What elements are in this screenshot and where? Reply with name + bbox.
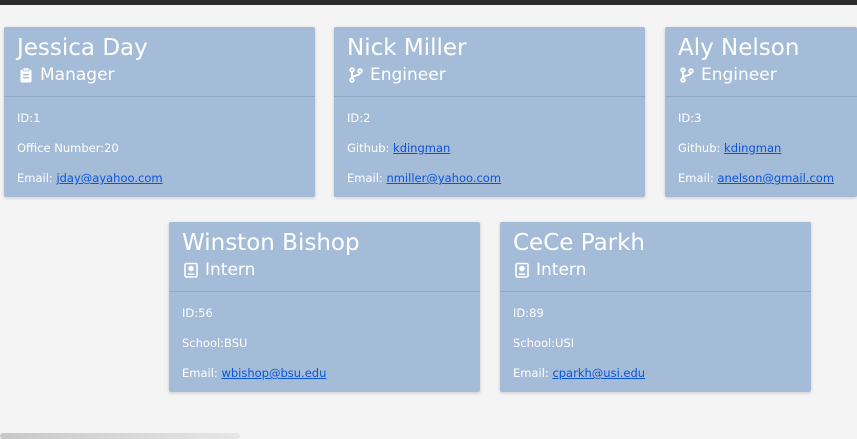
school-row: School:BSU	[182, 336, 248, 350]
clipboard-icon	[17, 66, 35, 84]
office-number: Office Number:20	[17, 141, 119, 155]
employee-name: Nick Miller	[347, 35, 467, 61]
employee-id: ID:56	[182, 306, 213, 320]
card-body: ID:89 School:USI Email: cparkh@usi.edu	[500, 292, 811, 380]
email-label: Email:	[347, 171, 387, 185]
employee-card-manager: Jessica Day Manager ID:1 Office Number:2…	[4, 27, 315, 197]
email-label: Email:	[678, 171, 718, 185]
card-body: ID:2 Github: kdingman Email: nmiller@yah…	[334, 97, 645, 185]
id-badge-icon	[182, 261, 200, 279]
card-body: ID:56 School:BSU Email: wbishop@bsu.edu	[169, 292, 480, 380]
id-badge-icon	[513, 261, 531, 279]
top-bar	[0, 0, 857, 5]
code-branch-icon	[678, 66, 696, 84]
github-row: Github: kdingman	[678, 141, 844, 155]
employee-name: Jessica Day	[17, 35, 148, 61]
email-row: Email: nmiller@yahoo.com	[347, 171, 632, 185]
email-row: Email: wbishop@bsu.edu	[182, 366, 467, 380]
github-label: Github:	[678, 141, 725, 155]
employee-card-engineer: Nick Miller Engineer ID:2 Github: kdingm…	[334, 27, 645, 197]
card-header: Jessica Day Manager	[4, 27, 315, 97]
employee-role: Engineer	[678, 64, 844, 86]
role-label: Intern	[536, 260, 587, 280]
employee-name: CeCe Parkh	[513, 230, 646, 256]
card-body: ID:3 Github: kdingman Email: anelson@gma…	[665, 97, 857, 185]
employee-id: ID:3	[678, 111, 702, 125]
email-link[interactable]: jday@ayahoo.com	[56, 171, 162, 185]
email-link[interactable]: anelson@gmail.com	[717, 171, 834, 185]
employee-role: Manager	[17, 64, 302, 86]
email-link[interactable]: wbishop@bsu.edu	[221, 366, 326, 380]
github-label: Github:	[347, 141, 394, 155]
email-link[interactable]: cparkh@usi.edu	[552, 366, 645, 380]
email-row: Email: jday@ayahoo.com	[17, 171, 302, 185]
email-label: Email:	[513, 366, 553, 380]
school-row: School:USI	[513, 336, 575, 350]
role-label: Manager	[40, 65, 115, 85]
card-body: ID:1 Office Number:20 Email: jday@ayahoo…	[4, 97, 315, 185]
email-label: Email:	[17, 171, 57, 185]
employee-card-intern: Winston Bishop Intern ID:56 School:BSU E…	[169, 222, 480, 392]
github-link[interactable]: kdingman	[724, 141, 781, 155]
employee-card-engineer: Aly Nelson Engineer ID:3 Github: kdingma…	[665, 27, 857, 197]
role-label: Engineer	[370, 65, 446, 85]
role-label: Engineer	[701, 65, 777, 85]
email-label: Email:	[182, 366, 222, 380]
employee-name: Aly Nelson	[678, 35, 800, 61]
employee-id: ID:89	[513, 306, 544, 320]
github-link[interactable]: kdingman	[393, 141, 450, 155]
employee-role: Intern	[513, 259, 798, 281]
employee-name: Winston Bishop	[182, 230, 360, 256]
card-header: Aly Nelson Engineer	[665, 27, 857, 97]
employee-role: Intern	[182, 259, 467, 281]
email-row: Email: cparkh@usi.edu	[513, 366, 798, 380]
card-header: Nick Miller Engineer	[334, 27, 645, 97]
github-row: Github: kdingman	[347, 141, 632, 155]
horizontal-scrollbar[interactable]	[0, 433, 240, 439]
card-header: Winston Bishop Intern	[169, 222, 480, 292]
card-header: CeCe Parkh Intern	[500, 222, 811, 292]
employee-id: ID:2	[347, 111, 371, 125]
employee-id: ID:1	[17, 111, 41, 125]
email-link[interactable]: nmiller@yahoo.com	[386, 171, 501, 185]
employee-role: Engineer	[347, 64, 632, 86]
role-label: Intern	[205, 260, 256, 280]
employee-card-intern: CeCe Parkh Intern ID:89 School:USI Email…	[500, 222, 811, 392]
email-row: Email: anelson@gmail.com	[678, 171, 844, 185]
code-branch-icon	[347, 66, 365, 84]
